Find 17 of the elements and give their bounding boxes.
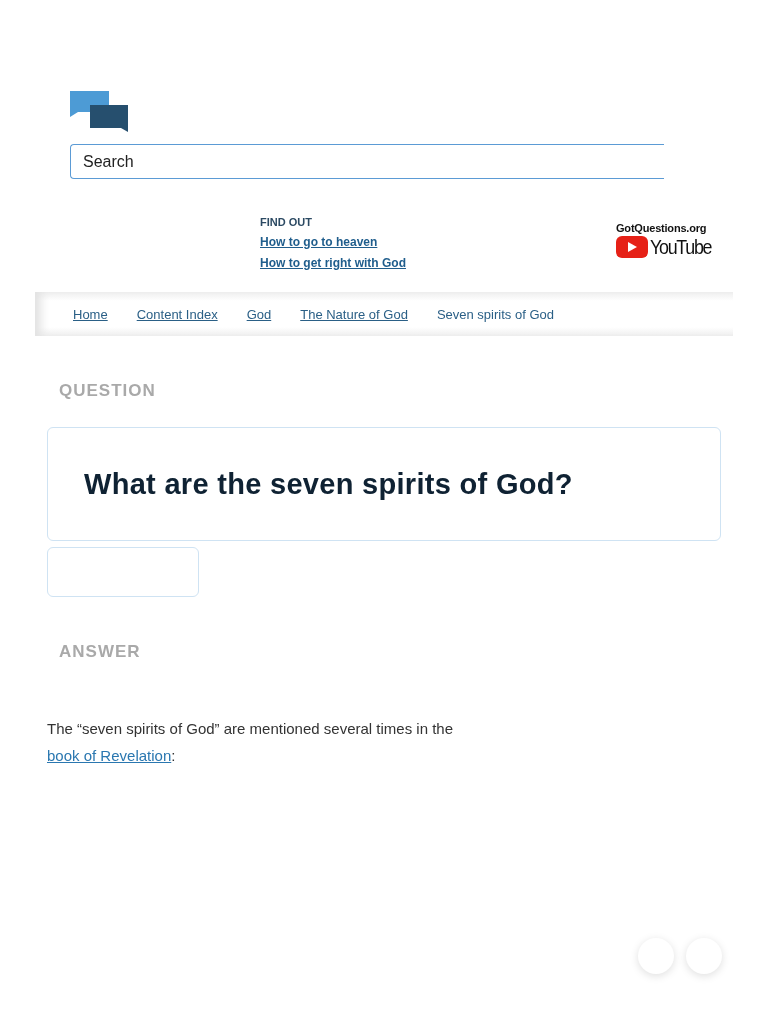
breadcrumb-link[interactable]: The Nature of God [300, 306, 408, 322]
breadcrumb-link[interactable]: God [246, 306, 272, 322]
section-heading: FIND OUT [260, 216, 313, 228]
breadcrumb-link[interactable]: Home [73, 306, 108, 322]
play-icon[interactable] [616, 236, 648, 258]
section-label: ANSWER [59, 642, 142, 662]
search-field[interactable]: Search [70, 144, 664, 179]
platform-name[interactable]: YouTube [650, 235, 712, 259]
site-name: GotQuestions.org [616, 222, 707, 234]
nav-link[interactable]: How to go to heaven [260, 235, 378, 249]
nav-link[interactable]: How to get right with God [260, 256, 406, 270]
answer-paragraph: The “seven spirits of God” are mentioned several times in the book of Revelation: [47, 719, 455, 766]
section-label: QUESTION [59, 381, 157, 401]
breadcrumb-link[interactable]: Content Index [136, 306, 218, 322]
logo-icon[interactable] [70, 91, 128, 132]
current-page-crumb[interactable]: Seven spirits of God [436, 306, 554, 322]
question-title: What are the seven spirits of God? [84, 467, 573, 501]
